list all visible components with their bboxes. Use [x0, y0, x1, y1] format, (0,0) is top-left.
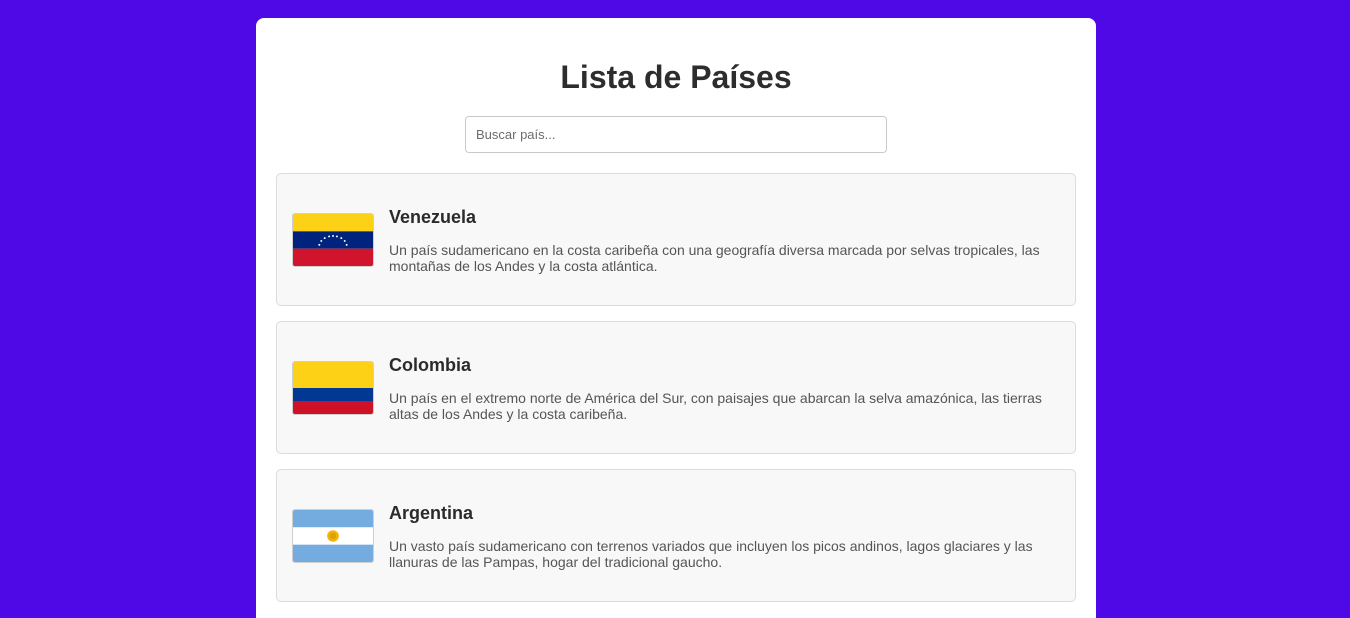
country-description: Un vasto país sudamericano con terrenos …: [389, 537, 1033, 570]
country-name: Venezuela: [389, 206, 477, 227]
country-list: Venezuela Un país sudamericano en la cos…: [276, 173, 1076, 617]
search-container: [256, 116, 1096, 153]
country-info: Argentina Un vasto país sudamericano con…: [389, 502, 1060, 570]
country-name: Colombia: [389, 354, 472, 375]
country-description: Un país en el extremo norte de América d…: [389, 389, 1042, 422]
search-input[interactable]: [465, 116, 887, 153]
venezuela-flag-icon: [292, 212, 374, 267]
colombia-flag-icon: [292, 360, 374, 415]
country-name: Argentina: [389, 502, 474, 523]
argentina-flag-icon: [292, 508, 374, 563]
country-card-venezuela[interactable]: Venezuela Un país sudamericano en la cos…: [276, 173, 1076, 306]
main-card: Lista de Países Buscar país... Venezuela…: [256, 18, 1096, 618]
country-card-argentina[interactable]: Argentina Un vasto país sudamericano con…: [276, 469, 1076, 602]
country-card-colombia[interactable]: Colombia Un país en el extremo norte de …: [276, 321, 1076, 454]
country-description: Un país sudamericano en la costa caribeñ…: [389, 241, 1040, 274]
country-info: Venezuela Un país sudamericano en la cos…: [389, 206, 1060, 274]
country-info: Colombia Un país en el extremo norte de …: [389, 354, 1060, 422]
page-title: Lista de Países: [560, 59, 792, 95]
